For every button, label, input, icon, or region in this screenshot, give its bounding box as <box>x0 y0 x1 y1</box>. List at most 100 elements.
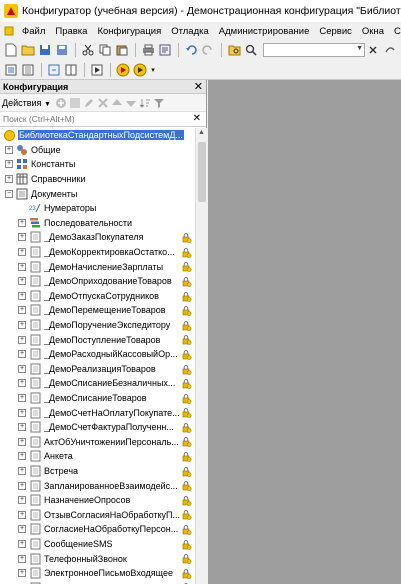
menu-administration[interactable]: Администрирование <box>214 26 315 37</box>
document-item[interactable]: + ЗапланированноеВзаимодейс... <box>0 478 195 493</box>
new-document-icon[interactable] <box>3 42 19 58</box>
tree-node-documents[interactable]: − Документы <box>0 186 195 201</box>
document-item[interactable]: + _ДемоСчетФактураПолученн... <box>0 420 195 435</box>
search-icon[interactable] <box>243 42 259 58</box>
preview-icon[interactable] <box>157 42 173 58</box>
system-menu-icon[interactable] <box>4 26 14 36</box>
expand-icon[interactable]: + <box>18 364 26 373</box>
search-next-icon[interactable] <box>382 42 398 58</box>
expand-icon[interactable]: + <box>18 321 26 330</box>
expand-icon[interactable]: + <box>18 408 26 417</box>
document-item[interactable]: + _ДемоОтпускаСотрудников <box>0 289 195 304</box>
expand-icon[interactable]: + <box>18 539 26 548</box>
expand-icon[interactable]: + <box>18 466 26 475</box>
document-item[interactable]: + _ДемоРасходныйКассовыйОр... <box>0 347 195 362</box>
save-icon[interactable] <box>37 42 53 58</box>
expand-icon[interactable]: + <box>18 277 26 286</box>
menu-edit[interactable]: Правка <box>50 26 92 37</box>
tree-search-input[interactable] <box>3 114 183 124</box>
expand-icon[interactable]: + <box>5 160 13 169</box>
document-item[interactable]: + _ДемоНачислениеЗарплаты <box>0 259 195 274</box>
expand-icon[interactable]: + <box>18 569 26 578</box>
launch-client-icon[interactable] <box>132 62 148 78</box>
open-folder-icon[interactable] <box>20 42 36 58</box>
paste-icon[interactable] <box>114 42 130 58</box>
chevron-down-icon[interactable]: ▼ <box>356 45 363 52</box>
actions-menu-button[interactable]: Действия ▼ <box>2 98 51 108</box>
close-icon[interactable]: ✕ <box>194 81 203 92</box>
document-item[interactable]: + _ДемоПеремещениеТоваров <box>0 303 195 318</box>
scrollbar-thumb[interactable] <box>198 142 206 202</box>
document-item[interactable]: + Встреча <box>0 464 195 479</box>
expand-icon[interactable]: + <box>18 452 26 461</box>
expand-icon[interactable]: + <box>18 554 26 563</box>
database-config-icon[interactable] <box>20 62 36 78</box>
document-item[interactable]: +ЭлектронноеПисьмоИсходящее <box>0 580 195 584</box>
expand-icon[interactable]: + <box>18 291 26 300</box>
tree-scrollbar[interactable]: ▲ <box>195 128 207 584</box>
edit-icon[interactable] <box>83 96 96 109</box>
add-child-icon[interactable] <box>69 96 82 109</box>
expand-icon[interactable]: + <box>18 218 26 227</box>
tree-root[interactable]: БиблиотекаСтандартныхПодсистемД... <box>0 128 195 143</box>
copy-icon[interactable] <box>97 42 113 58</box>
scroll-up-icon[interactable]: ▲ <box>198 129 205 136</box>
tree-node-numerators[interactable]: 23 Нумераторы <box>0 201 195 216</box>
launch-enterprise-icon[interactable] <box>115 62 131 78</box>
delete-icon[interactable] <box>97 96 110 109</box>
close-search-icon[interactable] <box>365 42 381 58</box>
document-item[interactable]: + СогласиеНаОбработкуПерсон... <box>0 522 195 537</box>
expand-icon[interactable]: + <box>18 481 26 490</box>
find-in-folder-icon[interactable] <box>226 42 242 58</box>
move-up-icon[interactable] <box>111 96 124 109</box>
tree-node-catalogs[interactable]: + Справочники <box>0 172 195 187</box>
document-item[interactable]: + ОтзывСогласияНаОбработкуП... <box>0 507 195 522</box>
document-item[interactable]: + _ДемоОприходованиеТоваров <box>0 274 195 289</box>
collapse-icon[interactable]: − <box>5 189 13 198</box>
add-icon[interactable] <box>55 96 68 109</box>
search-input[interactable]: ▼ <box>263 43 365 57</box>
document-item[interactable]: + _ДемоСписаниеБезналичных... <box>0 376 195 391</box>
menu-service[interactable]: Сервис <box>314 26 357 37</box>
filter-icon[interactable] <box>153 96 166 109</box>
move-down-icon[interactable] <box>125 96 138 109</box>
compare-icon[interactable] <box>63 62 79 78</box>
configuration-tree-icon[interactable] <box>3 62 19 78</box>
menu-file[interactable]: Файл <box>17 26 50 37</box>
redo-icon[interactable] <box>200 42 216 58</box>
expand-icon[interactable]: + <box>18 335 26 344</box>
expand-icon[interactable]: + <box>18 393 26 402</box>
document-item[interactable]: + _ДемоПоручениеЭкспедитору <box>0 318 195 333</box>
save-all-icon[interactable] <box>54 42 70 58</box>
menu-windows[interactable]: Окна <box>357 26 389 37</box>
expand-icon[interactable]: + <box>18 306 26 315</box>
document-item[interactable]: + Анкета <box>0 449 195 464</box>
expand-icon[interactable]: + <box>18 233 26 242</box>
document-item[interactable]: + _ДемоКорректировкаОстатко... <box>0 245 195 260</box>
document-item[interactable]: + _ДемоЗаказПокупателя <box>0 230 195 245</box>
document-item[interactable]: + АктОбУничтоженииПерсональ... <box>0 434 195 449</box>
expand-icon[interactable]: + <box>18 262 26 271</box>
clear-search-icon[interactable]: ✕ <box>193 113 201 124</box>
update-config-icon[interactable] <box>46 62 62 78</box>
expand-icon[interactable]: + <box>18 525 26 534</box>
document-item[interactable]: + ТелефонныйЗвонок <box>0 551 195 566</box>
tree-node-common[interactable]: + Общие <box>0 143 195 158</box>
expand-icon[interactable]: + <box>18 510 26 519</box>
document-item[interactable]: + _ДемоСписаниеТоваров <box>0 391 195 406</box>
expand-icon[interactable]: + <box>5 145 13 154</box>
expand-icon[interactable]: + <box>18 350 26 359</box>
document-item[interactable]: + ЭлектронноеПисьмоВходящее <box>0 566 195 581</box>
document-item[interactable]: + _ДемоПоступлениеТоваров <box>0 332 195 347</box>
expand-icon[interactable]: + <box>5 175 13 184</box>
menu-debug[interactable]: Отладка <box>166 26 214 37</box>
document-item[interactable]: + _ДемоРеализацияТоваров <box>0 362 195 377</box>
cut-icon[interactable] <box>80 42 96 58</box>
document-item[interactable]: + НазначениеОпросов <box>0 493 195 508</box>
tree-node-constants[interactable]: + Константы <box>0 157 195 172</box>
tree-node-sequences[interactable]: + Последовательности <box>0 216 195 231</box>
document-item[interactable]: + _ДемоСчетНаОплатуПокупате... <box>0 405 195 420</box>
undo-icon[interactable] <box>183 42 199 58</box>
menu-configuration[interactable]: Конфигурация <box>92 26 166 37</box>
expand-icon[interactable]: + <box>18 379 26 388</box>
